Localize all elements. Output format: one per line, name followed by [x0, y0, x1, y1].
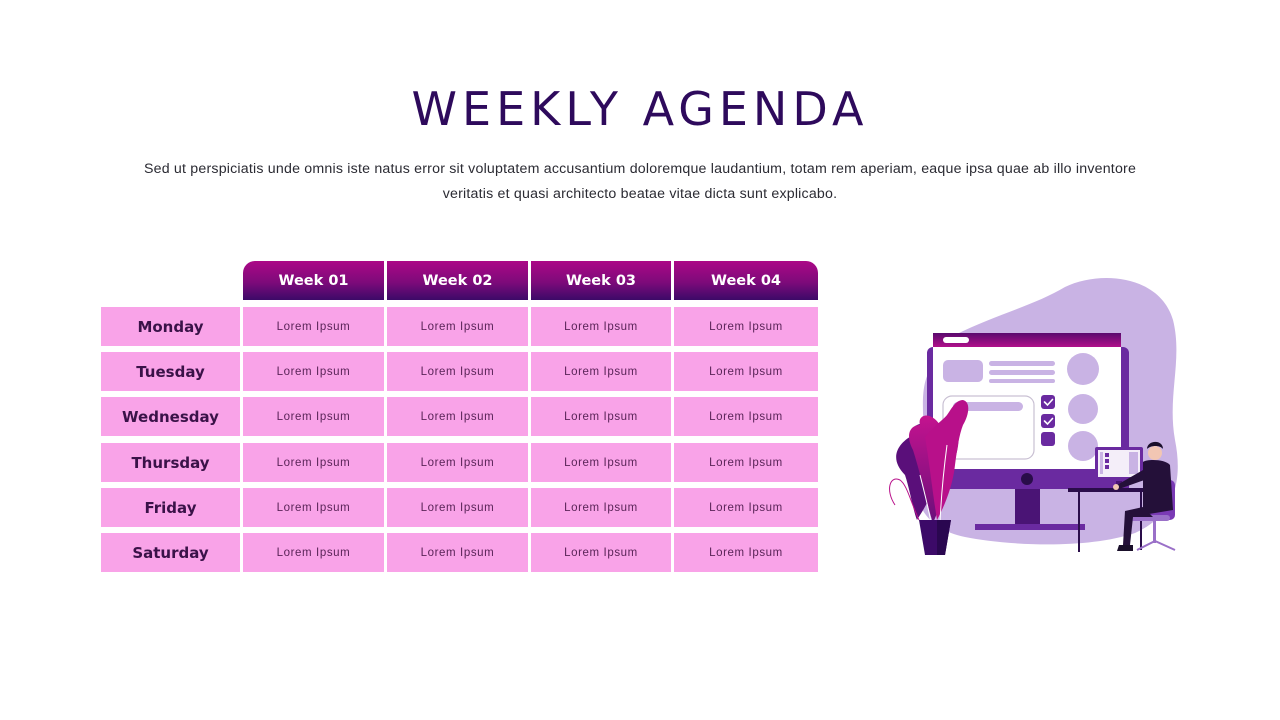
agenda-cell[interactable]: Lorem Ipsum [387, 307, 528, 346]
agenda-cell[interactable]: Lorem Ipsum [243, 443, 384, 482]
header-week-04: Week 04 [674, 261, 818, 300]
table-row-thursday: Thursday Lorem Ipsum Lorem Ipsum Lorem I… [101, 443, 818, 482]
table-row-saturday: Saturday Lorem Ipsum Lorem Ipsum Lorem I… [101, 533, 818, 572]
agenda-cell[interactable]: Lorem Ipsum [387, 443, 528, 482]
agenda-cell[interactable]: Lorem Ipsum [243, 307, 384, 346]
agenda-cell[interactable]: Lorem Ipsum [243, 397, 384, 436]
agenda-cell[interactable]: Lorem Ipsum [531, 533, 671, 572]
day-label: Saturday [101, 533, 240, 572]
agenda-cell[interactable]: Lorem Ipsum [674, 397, 818, 436]
agenda-cell[interactable]: Lorem Ipsum [387, 488, 528, 527]
slide-description: Sed ut perspiciatis unde omnis iste natu… [143, 161, 1137, 202]
day-label: Monday [101, 307, 240, 346]
agenda-cell[interactable]: Lorem Ipsum [243, 533, 384, 572]
agenda-cell[interactable]: Lorem Ipsum [243, 488, 384, 527]
agenda-cell[interactable]: Lorem Ipsum [531, 443, 671, 482]
table-row-friday: Friday Lorem Ipsum Lorem Ipsum Lorem Ips… [101, 488, 818, 527]
agenda-cell[interactable]: Lorem Ipsum [531, 488, 671, 527]
agenda-cell[interactable]: Lorem Ipsum [531, 397, 671, 436]
agenda-cell[interactable]: Lorem Ipsum [387, 397, 528, 436]
agenda-cell[interactable]: Lorem Ipsum [674, 443, 818, 482]
day-label: Wednesday [101, 397, 240, 436]
agenda-cell[interactable]: Lorem Ipsum [674, 352, 818, 391]
agenda-cell[interactable]: Lorem Ipsum [387, 533, 528, 572]
agenda-cell[interactable]: Lorem Ipsum [243, 352, 384, 391]
illustration-person-at-computer [889, 277, 1178, 555]
agenda-cell[interactable]: Lorem Ipsum [674, 307, 818, 346]
day-label: Friday [101, 488, 240, 527]
checkbox-empty-icon [1041, 432, 1055, 446]
agenda-cell[interactable]: Lorem Ipsum [674, 533, 818, 572]
checkbox-checked-icon [1041, 395, 1055, 409]
day-label: Tuesday [101, 352, 240, 391]
slide-title: WEEKLY AGENDA [411, 82, 869, 136]
table-row-tuesday: Tuesday Lorem Ipsum Lorem Ipsum Lorem Ip… [101, 352, 818, 391]
agenda-cell[interactable]: Lorem Ipsum [387, 352, 528, 391]
header-week-02: Week 02 [387, 261, 528, 300]
header-week-03: Week 03 [531, 261, 671, 300]
table-row-wednesday: Wednesday Lorem Ipsum Lorem Ipsum Lorem … [101, 397, 818, 436]
table-row-monday: Monday Lorem Ipsum Lorem Ipsum Lorem Ips… [101, 307, 818, 346]
agenda-cell[interactable]: Lorem Ipsum [531, 352, 671, 391]
header-week-01: Week 01 [243, 261, 384, 300]
agenda-cell[interactable]: Lorem Ipsum [531, 307, 671, 346]
day-label: Thursday [101, 443, 240, 482]
checkbox-checked-icon [1041, 414, 1055, 428]
agenda-cell[interactable]: Lorem Ipsum [674, 488, 818, 527]
